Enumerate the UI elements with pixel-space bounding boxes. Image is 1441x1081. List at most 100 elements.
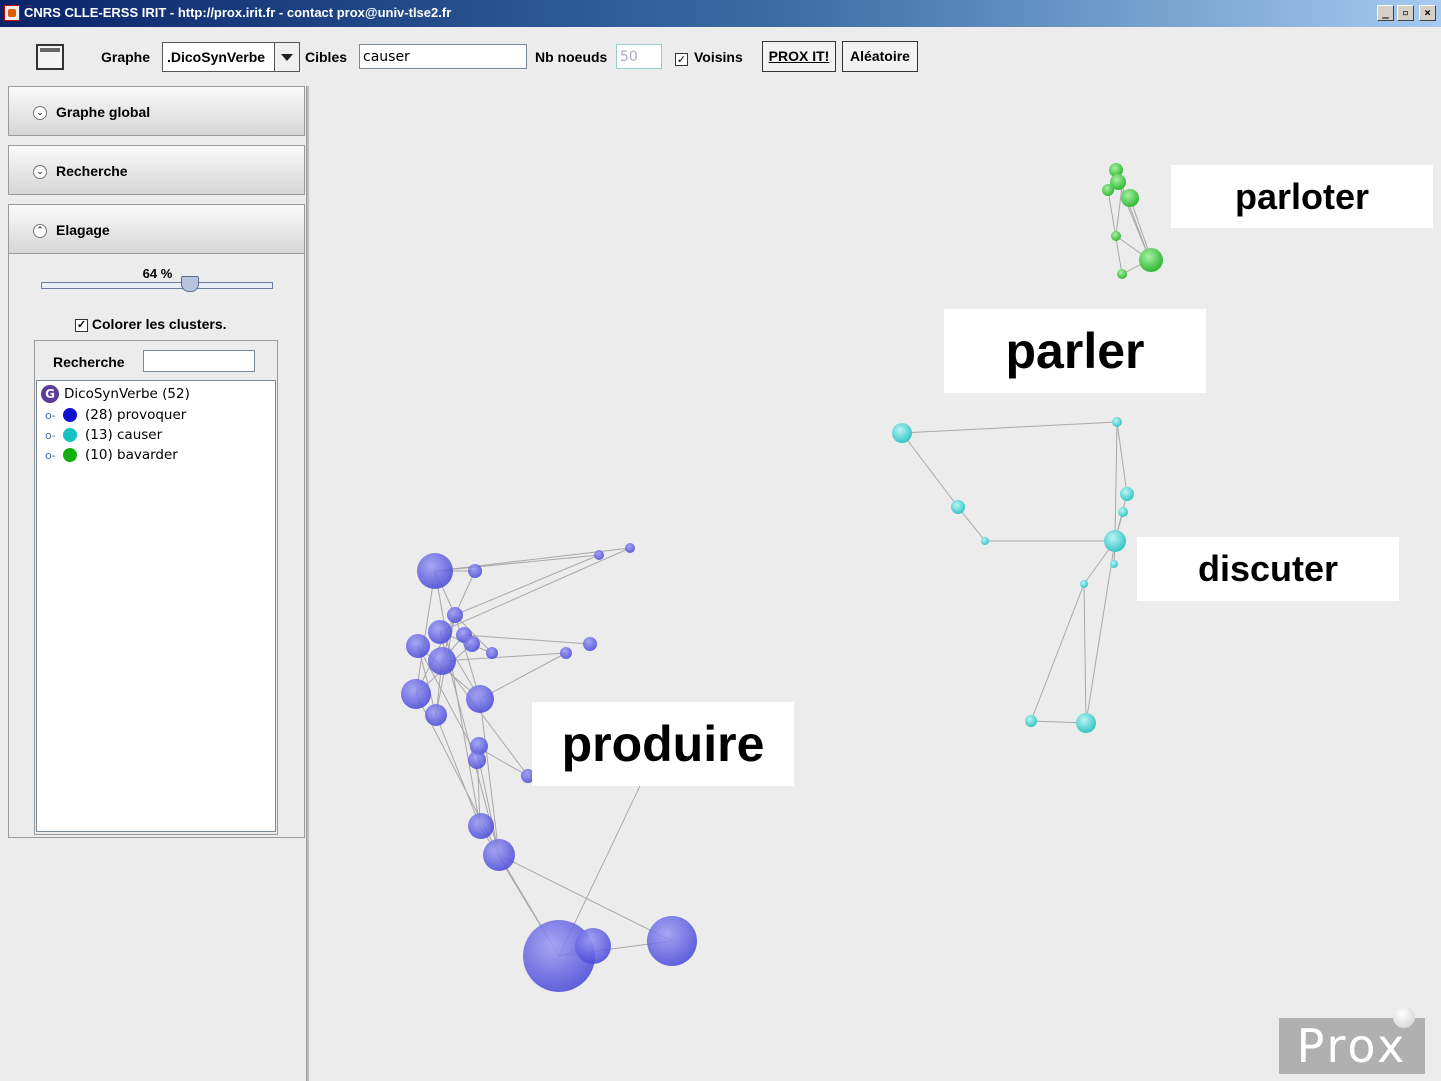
graph-node[interactable] bbox=[486, 647, 498, 659]
left-panel: ⌄ Graphe global ⌄ Recherche ⌃ Elagage 64… bbox=[8, 86, 307, 1081]
graph-node[interactable] bbox=[428, 647, 456, 675]
graph-node[interactable] bbox=[1117, 269, 1127, 279]
chevron-down-icon[interactable] bbox=[274, 43, 299, 71]
canvas-divider[interactable] bbox=[307, 86, 309, 1081]
close-button[interactable]: × bbox=[1419, 5, 1436, 21]
section-label: Recherche bbox=[56, 163, 128, 179]
cluster-color-icon bbox=[63, 428, 77, 442]
prox-logo: Prox bbox=[1279, 1006, 1425, 1074]
graph-node[interactable] bbox=[1025, 715, 1037, 727]
cluster-label: (28) provoquer bbox=[85, 407, 187, 423]
graph-node[interactable] bbox=[625, 543, 635, 553]
nb-noeuds-input[interactable] bbox=[616, 44, 662, 69]
graph-label-parler: parler bbox=[944, 309, 1206, 393]
graph-node[interactable] bbox=[401, 679, 431, 709]
graph-root-icon: G bbox=[41, 385, 59, 403]
cluster-color-icon bbox=[63, 448, 77, 462]
graph-node[interactable] bbox=[468, 813, 494, 839]
slider-percent-label: 64 % bbox=[142, 266, 173, 281]
tree-item-causer[interactable]: o‑ (13) causer bbox=[45, 427, 162, 443]
graph-node[interactable] bbox=[447, 607, 463, 623]
prox-it-button[interactable]: PROX IT! bbox=[762, 41, 836, 72]
panel-toggle-icon[interactable] bbox=[36, 44, 64, 70]
nb-noeuds-label: Nb noeuds bbox=[535, 49, 608, 65]
colorer-checkbox[interactable]: ✓ bbox=[75, 318, 88, 332]
graph-label-parloter: parloter bbox=[1171, 165, 1433, 228]
graphe-select-value: .DicoSynVerbe bbox=[167, 49, 266, 65]
checkmark-icon: ✓ bbox=[675, 52, 688, 66]
graph-node[interactable] bbox=[647, 916, 697, 966]
minimize-button[interactable]: _ bbox=[1377, 5, 1394, 21]
tree-root-label: DicoSynVerbe (52) bbox=[64, 386, 190, 402]
graph-node[interactable] bbox=[1104, 530, 1126, 552]
graph-node[interactable] bbox=[417, 553, 453, 589]
graph-node[interactable] bbox=[425, 704, 447, 726]
graph-node[interactable] bbox=[1080, 580, 1088, 588]
graph-node[interactable] bbox=[483, 839, 515, 871]
cibles-label: Cibles bbox=[305, 49, 348, 65]
graph-nodes bbox=[401, 163, 1163, 992]
graph-node[interactable] bbox=[594, 550, 604, 560]
section-label: Elagage bbox=[56, 222, 110, 238]
aleatoire-button[interactable]: Aléatoire bbox=[842, 41, 918, 72]
tree-item-bavarder[interactable]: o‑ (10) bavarder bbox=[45, 447, 178, 463]
graph-node[interactable] bbox=[466, 685, 494, 713]
graph-node[interactable] bbox=[892, 423, 912, 443]
graph-node[interactable] bbox=[951, 500, 965, 514]
graph-node[interactable] bbox=[1076, 713, 1096, 733]
graph-node[interactable] bbox=[1139, 248, 1163, 272]
tree-handle-icon[interactable]: o‑ bbox=[45, 409, 57, 422]
pruning-slider[interactable] bbox=[41, 282, 273, 289]
graphe-select[interactable]: .DicoSynVerbe bbox=[162, 42, 300, 72]
tree-item-provoquer[interactable]: o‑ (28) provoquer bbox=[45, 407, 186, 423]
section-elagage[interactable]: ⌃ Elagage bbox=[8, 204, 305, 254]
graph-node[interactable] bbox=[560, 647, 572, 659]
cluster-search-input[interactable] bbox=[143, 350, 255, 372]
graph-label-discuter: discuter bbox=[1137, 537, 1399, 601]
graph-node[interactable] bbox=[1111, 231, 1121, 241]
cluster-label: (10) bavarder bbox=[85, 447, 178, 463]
cibles-input[interactable] bbox=[359, 44, 527, 69]
graph-node[interactable] bbox=[464, 636, 480, 652]
window-title: CNRS CLLE-ERSS IRIT - http://prox.irit.f… bbox=[24, 5, 452, 20]
graph-node[interactable] bbox=[1120, 487, 1134, 501]
graph-node[interactable] bbox=[428, 620, 452, 644]
cluster-label: (13) causer bbox=[85, 427, 163, 443]
graph-node[interactable] bbox=[1121, 189, 1139, 207]
cluster-search-box: Recherche G DicoSynVerbe (52) o‑ (28) prov… bbox=[34, 340, 278, 835]
search-label: Recherche bbox=[53, 354, 125, 370]
tree-handle-icon[interactable]: o‑ bbox=[45, 429, 57, 442]
tree-root[interactable]: G DicoSynVerbe (52) bbox=[41, 385, 190, 403]
graphe-label: Graphe bbox=[101, 49, 151, 65]
voisins-checkbox[interactable]: ✓ bbox=[675, 51, 688, 67]
logo-ball-icon bbox=[1393, 1006, 1415, 1028]
graph-node[interactable] bbox=[468, 564, 482, 578]
expand-chevron-icon: ⌄ bbox=[33, 165, 47, 179]
graph-node[interactable] bbox=[583, 637, 597, 651]
colorer-row: ✓ Colorer les clusters. bbox=[75, 316, 227, 332]
graph-node[interactable] bbox=[468, 751, 486, 769]
section-label: Graphe global bbox=[56, 104, 151, 120]
window-title-bar: CNRS CLLE-ERSS IRIT - http://prox.irit.f… bbox=[0, 0, 1441, 27]
section-recherche[interactable]: ⌄ Recherche bbox=[8, 145, 305, 195]
graph-edges bbox=[415, 169, 1154, 957]
graph-node[interactable] bbox=[981, 537, 989, 545]
graph-node[interactable] bbox=[1102, 184, 1114, 196]
section-graphe-global[interactable]: ⌄ Graphe global bbox=[8, 86, 305, 136]
voisins-label: Voisins bbox=[694, 49, 743, 65]
tree-handle-icon[interactable]: o‑ bbox=[45, 449, 57, 462]
collapse-chevron-icon: ⌃ bbox=[33, 224, 47, 238]
toolbar: Graphe .DicoSynVerbe Cibles Nb noeuds ✓ … bbox=[0, 27, 1441, 85]
elagage-panel: 64 % ✓ Colorer les clusters. Recherche G… bbox=[8, 254, 305, 838]
graph-node[interactable] bbox=[406, 634, 430, 658]
graph-node[interactable] bbox=[1112, 417, 1122, 427]
graph-label-produire: produire bbox=[532, 702, 794, 786]
prox-logo-text: Prox bbox=[1296, 1019, 1408, 1073]
graph-canvas[interactable]: parloter parler discuter produire bbox=[310, 86, 1441, 1081]
slider-thumb[interactable] bbox=[181, 276, 199, 292]
cluster-color-icon bbox=[63, 408, 77, 422]
graph-node[interactable] bbox=[1110, 560, 1118, 568]
maximize-button[interactable]: ▫ bbox=[1397, 5, 1414, 21]
graph-node[interactable] bbox=[575, 928, 611, 964]
graph-node[interactable] bbox=[1118, 507, 1128, 517]
